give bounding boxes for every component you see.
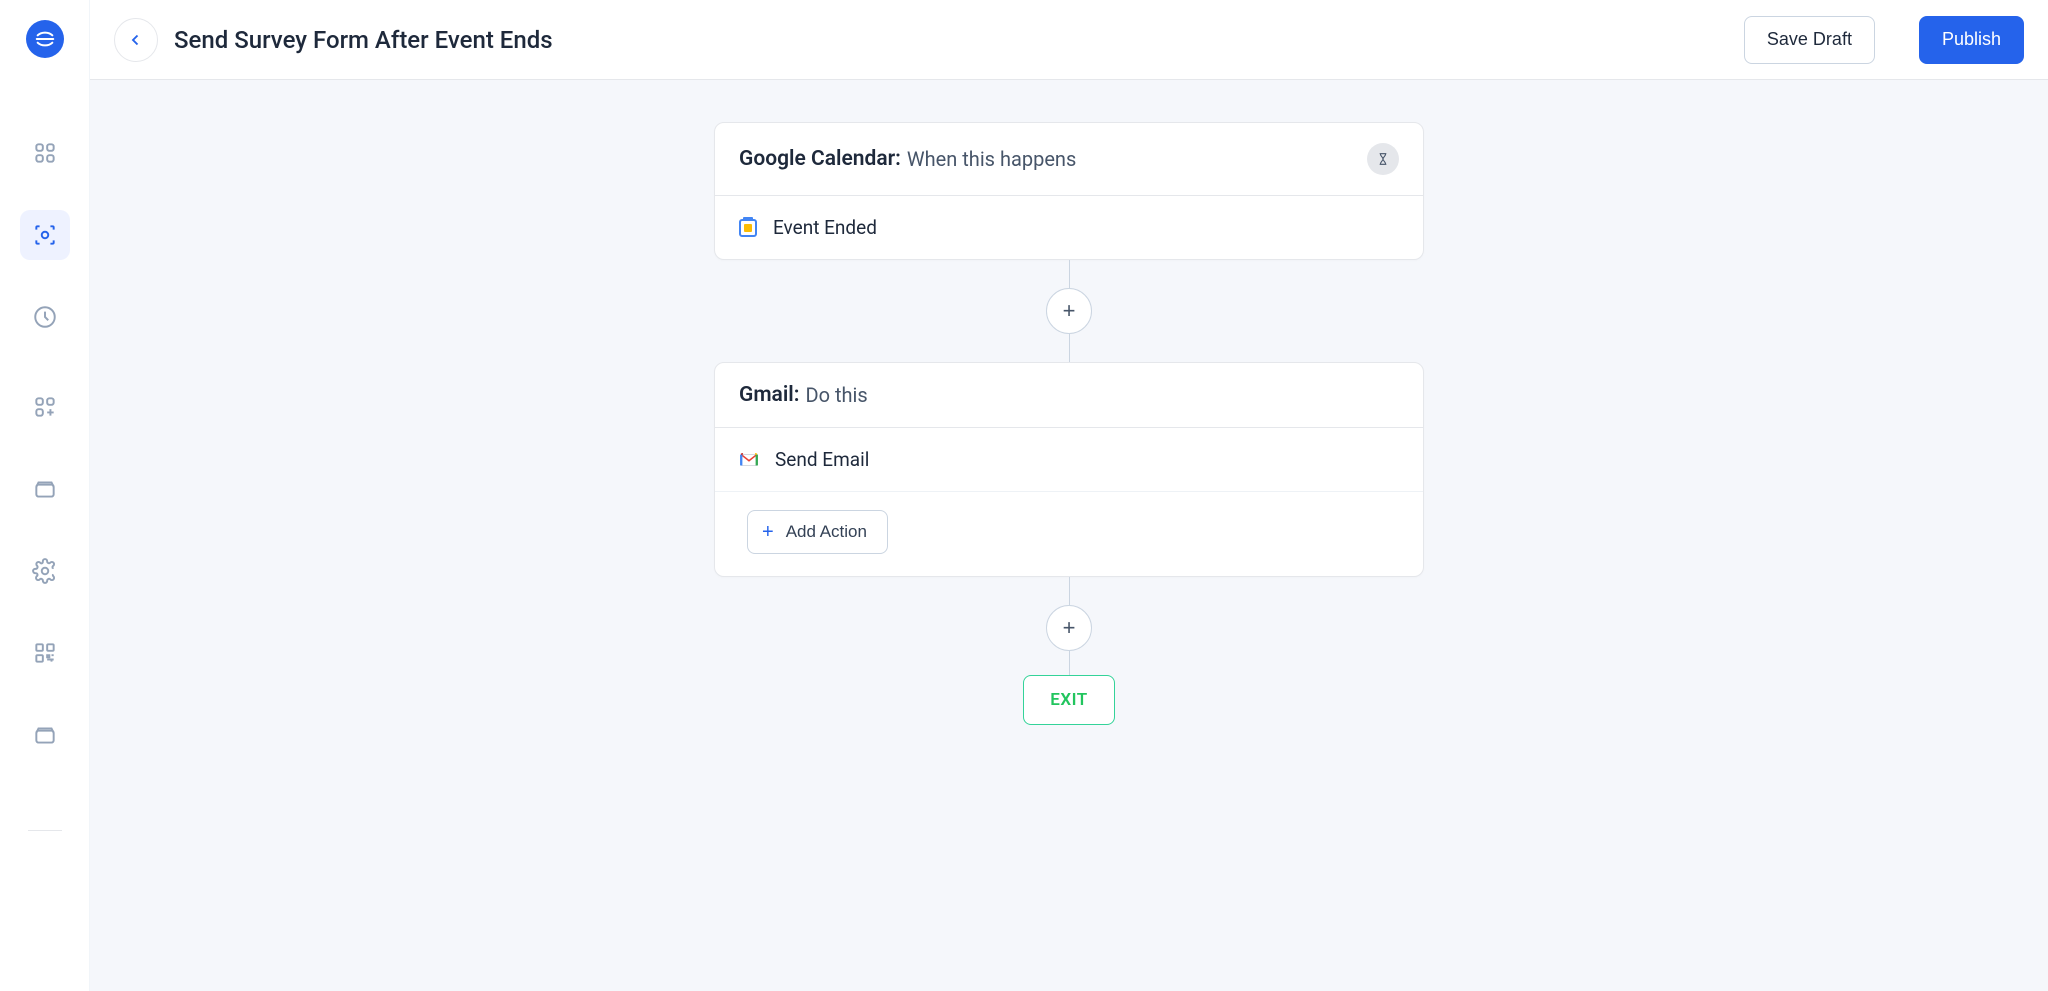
action-service-label: Gmail: <box>739 383 799 407</box>
save-draft-button[interactable]: Save Draft <box>1744 16 1875 64</box>
target-focus-icon <box>32 222 58 248</box>
grid-plus-icon <box>32 394 58 420</box>
archive-icon <box>32 722 58 748</box>
sidebar-item-qr[interactable] <box>20 628 70 678</box>
trigger-card[interactable]: Google Calendar: When this happens Event… <box>714 122 1424 260</box>
action-event-label: Send Email <box>775 448 869 471</box>
connector-line <box>1069 334 1070 362</box>
action-card-header: Gmail: Do this <box>715 363 1423 428</box>
workflow-column: Google Calendar: When this happens Event… <box>90 122 2048 725</box>
add-action-label: Add Action <box>786 522 867 542</box>
sidebar-item-archive[interactable] <box>20 710 70 760</box>
connector-line <box>1069 260 1070 288</box>
grid-icon <box>32 140 58 166</box>
action-subtitle: Do this <box>805 383 867 407</box>
inbox-icon <box>32 476 58 502</box>
main-area: Send Survey Form After Event Ends Save D… <box>90 0 2048 991</box>
trigger-service-label: Google Calendar: <box>739 147 901 171</box>
connector-line <box>1069 651 1070 675</box>
trigger-event-label: Event Ended <box>773 216 877 239</box>
history-icon <box>32 304 58 330</box>
sidebar-item-inbox[interactable] <box>20 464 70 514</box>
app-logo[interactable] <box>26 20 64 58</box>
logo-icon <box>34 28 56 50</box>
sidebar-divider <box>28 830 62 831</box>
chevron-left-icon <box>127 31 145 49</box>
sidebar-item-workflows[interactable] <box>20 210 70 260</box>
sidebar-nav-group-2 <box>20 382 70 760</box>
action-event-row[interactable]: Send Email <box>715 428 1423 491</box>
qr-icon <box>32 640 58 666</box>
trigger-event-row[interactable]: Event Ended <box>715 196 1423 259</box>
add-step-button-2[interactable]: + <box>1046 605 1092 651</box>
left-sidebar <box>0 0 90 991</box>
plus-icon: + <box>762 522 774 542</box>
back-button[interactable] <box>114 18 158 62</box>
add-action-button[interactable]: + Add Action <box>747 510 888 554</box>
gmail-icon <box>739 453 759 467</box>
action-card[interactable]: Gmail: Do this Send Email + Add Action <box>714 362 1424 577</box>
google-calendar-icon <box>739 219 757 237</box>
sidebar-nav-group-1 <box>20 128 70 342</box>
sidebar-item-add-apps[interactable] <box>20 382 70 432</box>
add-step-button-1[interactable]: + <box>1046 288 1092 334</box>
top-bar: Send Survey Form After Event Ends Save D… <box>90 0 2048 80</box>
pending-badge <box>1367 143 1399 175</box>
trigger-subtitle: When this happens <box>907 147 1076 171</box>
publish-button[interactable]: Publish <box>1919 16 2024 64</box>
sidebar-item-history[interactable] <box>20 292 70 342</box>
workflow-canvas[interactable]: Google Calendar: When this happens Event… <box>90 80 2048 991</box>
sidebar-item-apps[interactable] <box>20 128 70 178</box>
trigger-card-header: Google Calendar: When this happens <box>715 123 1423 196</box>
action-card-footer: + Add Action <box>715 491 1423 576</box>
hourglass-icon <box>1375 151 1391 167</box>
page-title: Send Survey Form After Event Ends <box>174 26 553 54</box>
sidebar-item-settings[interactable] <box>20 546 70 596</box>
connector-line <box>1069 577 1070 605</box>
exit-node[interactable]: EXIT <box>1023 675 1114 725</box>
gear-icon <box>32 558 58 584</box>
